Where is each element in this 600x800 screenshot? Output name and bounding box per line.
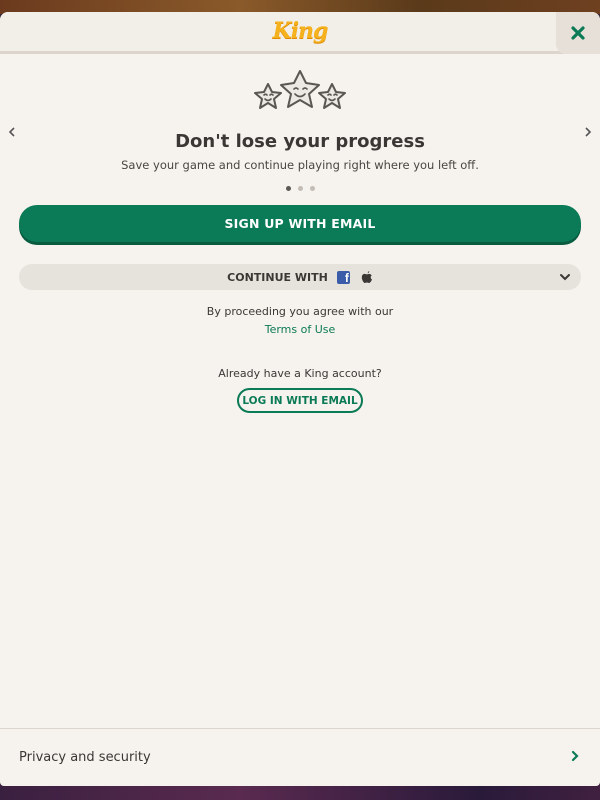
continue-with-label: CONTINUE WITH (227, 270, 328, 284)
carousel-subtitle: Save your game and continue playing righ… (121, 158, 479, 172)
king-logo: King (272, 18, 329, 44)
chevron-right-icon (571, 750, 579, 762)
log-in-with-email-button[interactable]: LOG IN WITH EMAIL (237, 388, 363, 413)
terms-of-use-link[interactable]: Terms of Use (0, 323, 600, 336)
pagination-dot[interactable] (309, 186, 315, 191)
background-bottom (0, 784, 600, 800)
close-x-icon (571, 26, 585, 40)
apple-icon[interactable] (361, 270, 373, 284)
sheet-header: King (0, 12, 600, 54)
sign-up-with-email-button[interactable]: SIGN UP WITH EMAIL (19, 205, 581, 242)
pagination-dot[interactable] (297, 186, 303, 191)
privacy-and-security-row[interactable]: Privacy and security (0, 728, 600, 786)
already-have-account-text: Already have a King account? (218, 367, 382, 380)
close-button[interactable] (556, 12, 600, 54)
privacy-label: Privacy and security (19, 750, 151, 765)
pagination-dot[interactable] (285, 186, 291, 191)
login-sheet: King Don't lose your progress Save your … (0, 12, 600, 786)
three-smiling-stars-icon (254, 70, 346, 109)
carousel-title: Don't lose your progress (175, 131, 425, 152)
terms-agreement-text: By proceeding you agree with our (206, 305, 394, 318)
chevron-down-icon (560, 274, 570, 281)
facebook-icon[interactable]: f (336, 270, 350, 284)
continue-with-dropdown[interactable]: CONTINUE WITH f (19, 264, 581, 290)
carousel-pagination (0, 186, 600, 191)
